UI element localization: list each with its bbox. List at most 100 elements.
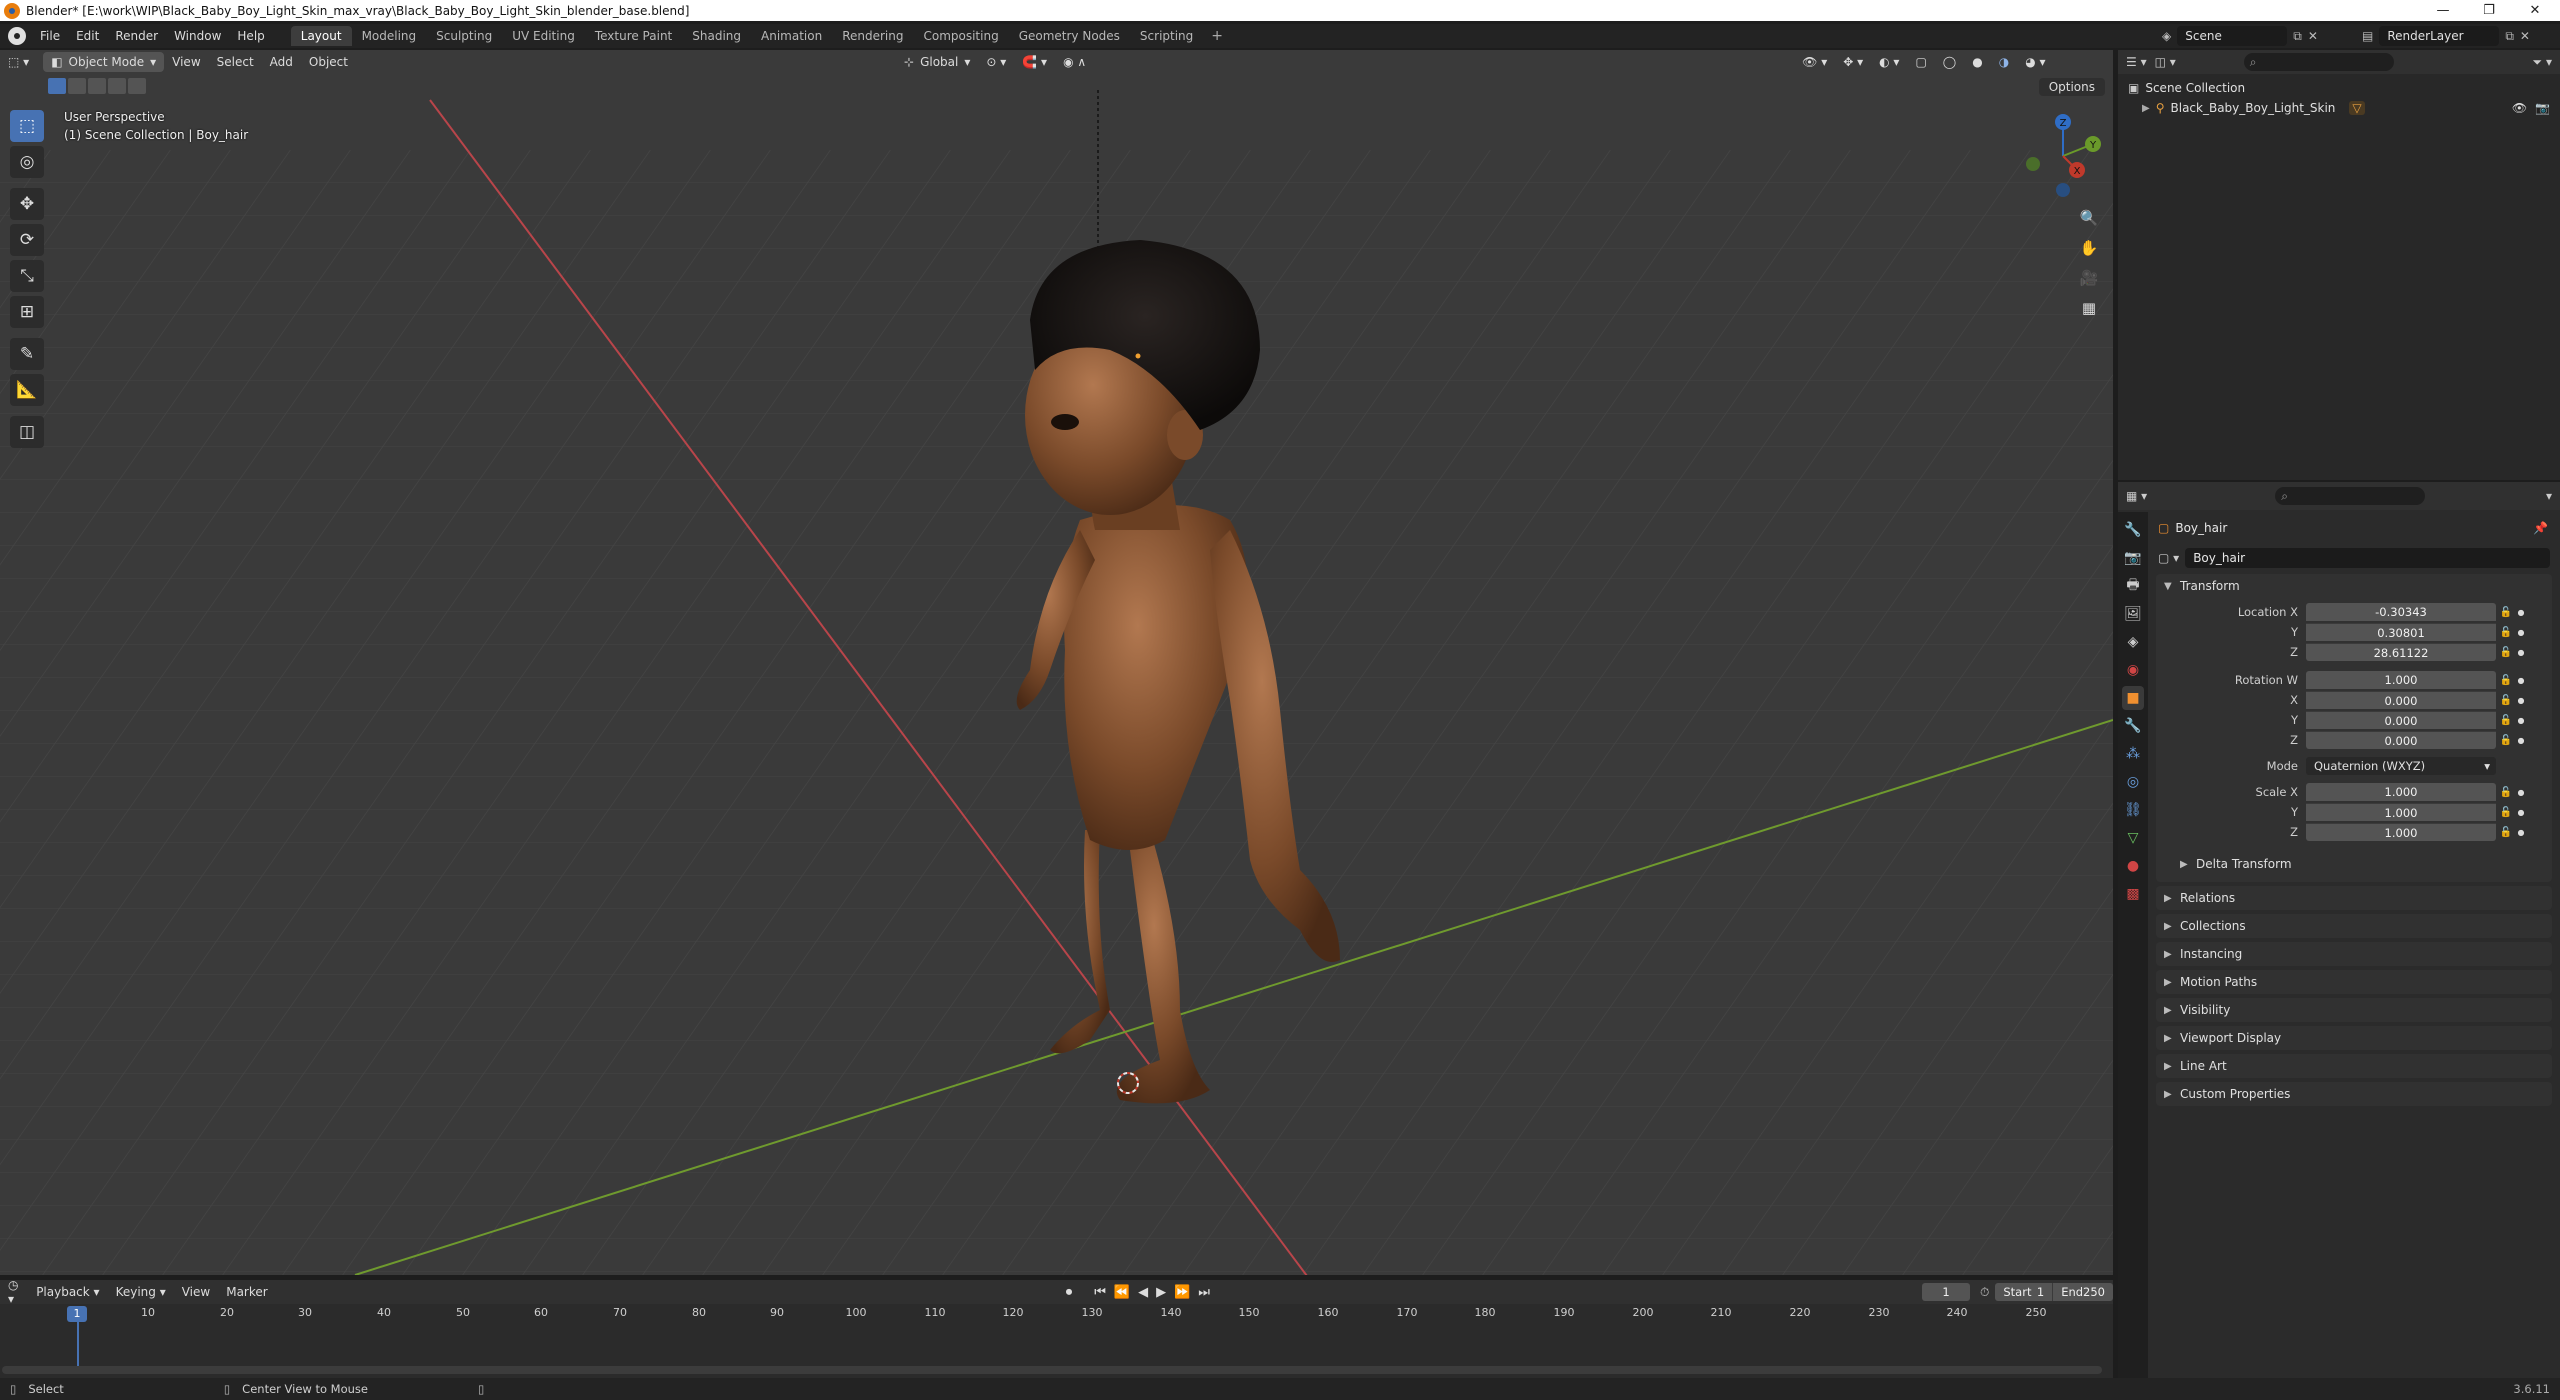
object-mode-dropdown[interactable]: ◧ Object Mode ▾	[43, 52, 165, 72]
lock-icon[interactable]: 🔓	[2496, 607, 2516, 618]
menu-object[interactable]: Object	[301, 52, 356, 72]
transform-orientation-dropdown[interactable]: ⊹ Global ▾	[896, 52, 978, 72]
menu-marker[interactable]: Marker	[218, 1282, 275, 1302]
minimize-button[interactable]: —	[2420, 0, 2466, 21]
filter-icon[interactable]: ⏷ ▾	[2533, 55, 2552, 70]
pin-icon[interactable]: 📌	[2533, 521, 2548, 535]
scene-field[interactable]: Scene	[2177, 26, 2288, 46]
menu-file[interactable]: File	[32, 24, 68, 48]
play-reverse-icon[interactable]: ◀	[1138, 1285, 1148, 1300]
lock-icon[interactable]: 🔓	[2496, 675, 2516, 686]
keyframe-dot-icon[interactable]: ●	[2516, 608, 2526, 617]
lock-icon[interactable]: 🔓	[2496, 827, 2516, 838]
lock-icon[interactable]: 🔓	[2496, 735, 2516, 746]
menu-window[interactable]: Window	[166, 24, 229, 48]
tool-tab-icon[interactable]: 🔧	[2122, 518, 2144, 542]
rotation-x-field[interactable]: 0.000	[2306, 691, 2496, 709]
navigation-gizmo[interactable]: Z Y X	[2015, 108, 2105, 198]
outliner-search-input[interactable]: ⌕	[2243, 53, 2394, 71]
select-box-icon[interactable]: ⬚	[10, 110, 44, 142]
data-tab-icon[interactable]: ▽	[2122, 826, 2144, 850]
object-name-field[interactable]: Boy_hair	[2185, 548, 2550, 568]
pivot-point-dropdown[interactable]: ⊙ ▾	[978, 52, 1014, 72]
gizmo-toggle[interactable]: ✥ ▾	[1835, 52, 1871, 72]
rotation-y-field[interactable]: 0.000	[2306, 711, 2496, 729]
renderlayer-field[interactable]: RenderLayer	[2379, 26, 2500, 46]
measure-icon[interactable]: 📐	[10, 374, 44, 406]
menu-edit[interactable]: Edit	[68, 24, 107, 48]
tab-layout[interactable]: Layout	[290, 26, 352, 46]
view-layer-tab-icon[interactable]: 🖼	[2122, 602, 2144, 626]
play-icon[interactable]: ▶	[1156, 1285, 1166, 1300]
outliner-item[interactable]: ▶ ⚲ Black_Baby_Boy_Light_Skin ▽ 👁 📷	[2118, 98, 2560, 118]
keyframe-dot-icon[interactable]: ●	[2516, 648, 2526, 657]
menu-view[interactable]: View	[174, 1282, 218, 1302]
hand-pan-icon[interactable]: ✋	[2075, 234, 2103, 262]
annotate-icon[interactable]: ✎	[10, 338, 44, 370]
maximize-button[interactable]: ❐	[2466, 0, 2512, 21]
visibility-eye-icon[interactable]: 👁	[2512, 101, 2527, 115]
lock-icon[interactable]: 🔓	[2496, 787, 2516, 798]
collections-panel[interactable]: ▶ Collections	[2156, 914, 2552, 938]
current-frame-field[interactable]: 1	[1921, 1283, 1970, 1301]
expand-chevron-icon[interactable]: ▶	[2142, 103, 2150, 114]
delete-renderlayer-icon[interactable]: ✕	[2520, 29, 2530, 43]
menu-view[interactable]: View	[164, 52, 208, 72]
lock-icon[interactable]: 🔓	[2496, 647, 2516, 658]
material-tab-icon[interactable]: ●	[2122, 854, 2144, 878]
proportional-edit-toggle[interactable]: ◉ ∧	[1055, 52, 1094, 72]
location-z-field[interactable]: 28.61122	[2306, 643, 2496, 661]
menu-playback[interactable]: Playback ▾	[28, 1282, 107, 1302]
tab-animation[interactable]: Animation	[751, 26, 832, 46]
timeline-scrollbar[interactable]	[2, 1366, 2102, 1374]
playhead[interactable]: 1	[67, 1306, 87, 1322]
keyframe-dot-icon[interactable]: ●	[2516, 808, 2526, 817]
select-intersect-icon[interactable]	[128, 78, 146, 94]
start-frame-field[interactable]: Start 1	[1995, 1283, 2053, 1301]
select-subtract-icon[interactable]	[88, 78, 106, 94]
visibility-dropdown[interactable]: 👁 ▾	[1794, 52, 1835, 72]
menu-add[interactable]: Add	[262, 52, 301, 72]
tab-shading[interactable]: Shading	[682, 26, 751, 46]
render-camera-icon[interactable]: 📷	[2535, 101, 2550, 115]
close-button[interactable]: ✕	[2512, 0, 2558, 21]
constraints-tab-icon[interactable]: ⛓	[2122, 798, 2144, 822]
world-tab-icon[interactable]: ◉	[2122, 658, 2144, 682]
jump-keyframe-back-icon[interactable]: ⏪	[1114, 1285, 1130, 1300]
object-tab-icon[interactable]: ■	[2122, 686, 2144, 710]
output-tab-icon[interactable]: 🖶	[2122, 574, 2144, 598]
viewport-display-panel[interactable]: ▶ Viewport Display	[2156, 1026, 2552, 1050]
menu-render[interactable]: Render	[107, 24, 166, 48]
line-art-panel[interactable]: ▶ Line Art	[2156, 1054, 2552, 1078]
properties-search-input[interactable]: ⌕	[2275, 487, 2426, 505]
location-x-field[interactable]: -0.30343	[2306, 603, 2496, 621]
texture-tab-icon[interactable]: ▩	[2122, 882, 2144, 906]
render-tab-icon[interactable]: 📷	[2122, 546, 2144, 570]
add-workspace-button[interactable]: +	[1203, 28, 1231, 44]
overlay-toggle[interactable]: ◐ ▾	[1871, 52, 1907, 72]
shading-material[interactable]: ◑	[1991, 52, 2017, 72]
keyframe-dot-icon[interactable]: ●	[2516, 716, 2526, 725]
tab-rendering[interactable]: Rendering	[832, 26, 913, 46]
timeline-ruler[interactable]: 10 20 30 40 50 60 70 80 90 100 110 120 1…	[0, 1304, 2113, 1322]
new-scene-icon[interactable]: ⧉	[2293, 29, 2302, 44]
delete-scene-icon[interactable]: ✕	[2308, 29, 2318, 43]
menu-help[interactable]: Help	[229, 24, 272, 48]
tab-geometry-nodes[interactable]: Geometry Nodes	[1009, 26, 1130, 46]
3d-viewport[interactable]: ⬚ ▾ ◧ Object Mode ▾ View Select Add Obje…	[0, 50, 2113, 1275]
new-renderlayer-icon[interactable]: ⧉	[2505, 29, 2514, 44]
shading-solid[interactable]: ●	[1964, 52, 1990, 72]
lock-icon[interactable]: 🔓	[2496, 695, 2516, 706]
keyframe-dot-icon[interactable]: ●	[2516, 676, 2526, 685]
object-datablock-icon[interactable]: ▢ ▾	[2158, 551, 2179, 565]
grid-icon[interactable]: ▦	[2075, 294, 2103, 322]
display-mode-icon[interactable]: ◫ ▾	[2155, 55, 2176, 69]
snap-toggle[interactable]: 🧲 ▾	[1014, 52, 1055, 72]
select-invert-icon[interactable]	[108, 78, 126, 94]
scene-tab-icon[interactable]: ◈	[2122, 630, 2144, 654]
location-y-field[interactable]: 0.30801	[2306, 623, 2496, 641]
lock-icon[interactable]: 🔓	[2496, 715, 2516, 726]
menu-keying[interactable]: Keying ▾	[108, 1282, 174, 1302]
rotation-w-field[interactable]: 1.000	[2306, 671, 2496, 689]
blender-menu-icon[interactable]	[8, 27, 26, 45]
